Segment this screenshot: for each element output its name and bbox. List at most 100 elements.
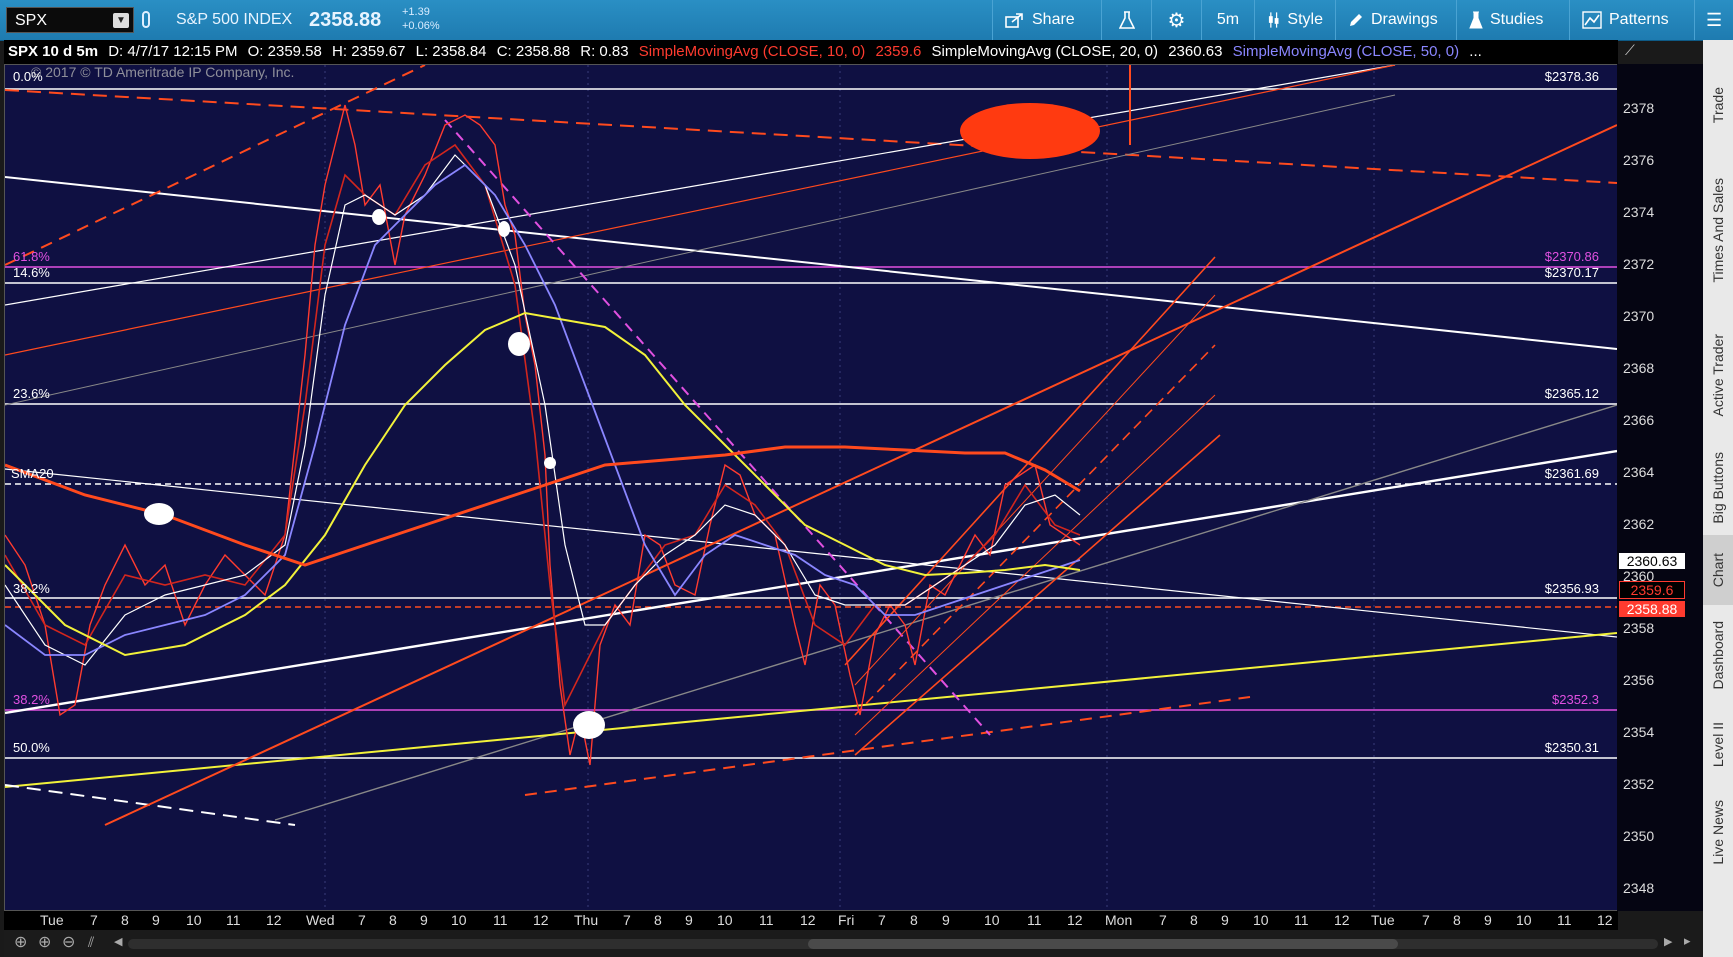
tab-chart[interactable]: Chart <box>1703 535 1733 605</box>
x-tick: 7 <box>1422 912 1430 928</box>
price-label-23523: $2352.3 <box>1552 692 1599 707</box>
tab-big-buttons-label: Big Buttons <box>1710 451 1726 524</box>
interval-button[interactable]: 5m <box>1201 0 1254 40</box>
sma20-label[interactable]: SimpleMovingAvg (CLOSE, 20, 0) <box>932 43 1159 60</box>
chart-canvas[interactable] <box>5 65 1617 910</box>
x-tick: 9 <box>1221 912 1229 928</box>
x-tick: 10 <box>1253 912 1269 928</box>
price-axis[interactable]: 2378 2376 2374 2372 2370 2368 2366 2364 … <box>1617 42 1703 911</box>
patterns-button[interactable]: Patterns <box>1569 0 1694 40</box>
swing-markers <box>144 209 605 739</box>
sma50-label[interactable]: SimpleMovingAvg (CLOSE, 50, 0) <box>1233 43 1460 60</box>
tab-chart-label: Chart <box>1710 552 1726 588</box>
tab-trade-label: Trade <box>1710 86 1726 124</box>
day-gridlines <box>324 65 1375 910</box>
scroll-left-icon[interactable]: ◀ <box>114 935 122 948</box>
more-studies[interactable]: ... <box>1469 43 1482 60</box>
sma10-label[interactable]: SimpleMovingAvg (CLOSE, 10, 0) <box>639 43 866 60</box>
drawings-label: Drawings <box>1371 11 1438 28</box>
settings-button[interactable]: ⚙ <box>1151 0 1201 40</box>
tab-level-ii-label: Level II <box>1710 722 1726 768</box>
fib-label-146: 14.6% <box>13 265 50 280</box>
tab-live-news[interactable]: Live News <box>1703 785 1733 880</box>
symbol-selector[interactable]: SPX ▼ <box>6 7 134 33</box>
tab-live-news-label: Live News <box>1710 800 1726 865</box>
y-tick: 2358 <box>1623 620 1655 636</box>
x-tick: 8 <box>1453 912 1461 928</box>
share-icon <box>1005 13 1023 28</box>
fib-label-382-lower: 38.2% <box>13 692 50 707</box>
x-tick: 9 <box>1484 912 1492 928</box>
studies-button[interactable]: Studies <box>1456 0 1569 40</box>
price-label-235693: $2356.93 <box>1544 581 1599 596</box>
study-legend-bar: SPX 10 d 5m D: 4/7/17 12:15 PM O: 2359.5… <box>4 40 1618 64</box>
fib-levels <box>5 88 1617 759</box>
x-tick: 12 <box>1067 912 1083 928</box>
patterns-icon <box>1582 11 1602 29</box>
x-tick: Tue <box>40 912 64 928</box>
x-tick: 11 <box>759 912 774 928</box>
sma20-level-label: SMA20 <box>11 466 54 481</box>
menu-button[interactable]: ☰ <box>1694 0 1733 40</box>
zoom-in-icon[interactable]: ⊕ <box>14 932 27 952</box>
share-label: Share <box>1032 11 1075 28</box>
tab-level-ii[interactable]: Level II <box>1703 705 1733 785</box>
x-tick: 8 <box>389 912 397 928</box>
x-tick: 8 <box>910 912 918 928</box>
top-toolbar: SPX ▼ S&P 500 INDEX 2358.88 +1.39 +0.06%… <box>0 0 1733 41</box>
sma10-value: 2359.6 <box>875 43 922 60</box>
expand-icon[interactable]: ▸ <box>1684 933 1691 949</box>
price-chart[interactable]: © 2017 © TD Ameritrade IP Company, Inc. … <box>4 64 1618 911</box>
fib-label-500: 50.0% <box>13 740 50 755</box>
fib-label-0: 0.0% <box>13 69 43 84</box>
change-pct: +0.06% <box>402 20 440 32</box>
style-label: Style <box>1287 11 1323 28</box>
tab-dashboard[interactable]: Dashboard <box>1703 605 1733 705</box>
x-tick: 9 <box>685 912 693 928</box>
x-tick: 10 <box>717 912 733 928</box>
style-button[interactable]: Style <box>1254 0 1335 40</box>
x-tick: 12 <box>533 912 549 928</box>
tab-dashboard-label: Dashboard <box>1710 620 1726 690</box>
share-button[interactable]: Share <box>992 0 1101 40</box>
x-tick: 9 <box>420 912 428 928</box>
tab-active-trader[interactable]: Active Trader <box>1703 310 1733 440</box>
tab-active-trader-label: Active Trader <box>1710 333 1726 417</box>
tab-big-buttons[interactable]: Big Buttons <box>1703 440 1733 535</box>
horizontal-scrollbar[interactable] <box>128 939 1658 949</box>
chevron-down-icon[interactable]: ▼ <box>113 13 129 28</box>
low-readout: L: 2358.84 <box>415 43 487 60</box>
interval-label: 5m <box>1216 11 1240 28</box>
time-axis[interactable]: Tue 7 8 9 10 11 12 Wed 7 8 9 10 11 12 Th… <box>4 911 1618 930</box>
change-abs: +1.39 <box>402 6 430 18</box>
x-tick: 7 <box>623 912 631 928</box>
x-tick: 12 <box>800 912 816 928</box>
tab-times-and-sales[interactable]: Times And Sales <box>1703 150 1733 310</box>
link-icon[interactable] <box>142 11 150 28</box>
price-label-237086: $2370.86 <box>1544 249 1599 264</box>
tab-trade[interactable]: Trade <box>1703 60 1733 150</box>
y-tick: 2372 <box>1623 256 1655 272</box>
zoom-out-icon[interactable]: ⊖ <box>62 932 75 952</box>
price-label-235031: $2350.31 <box>1544 740 1599 755</box>
flask-button[interactable] <box>1101 0 1151 40</box>
zoom-area-icon[interactable]: ⊕ <box>38 932 51 952</box>
y-tick: 2374 <box>1623 204 1655 220</box>
scrollbar-thumb[interactable] <box>808 939 1398 949</box>
drag-handle-icon[interactable]: ⫽ <box>88 934 94 951</box>
x-tick: 7 <box>1159 912 1167 928</box>
drawings-button[interactable]: Drawings <box>1335 0 1456 40</box>
tab-times-and-sales-label: Times And Sales <box>1710 177 1726 283</box>
x-tick: 7 <box>358 912 366 928</box>
x-tick: 10 <box>186 912 202 928</box>
price-label-236512: $2365.12 <box>1544 386 1599 401</box>
range-readout: R: 0.83 <box>580 43 629 60</box>
high-readout: H: 2359.67 <box>332 43 406 60</box>
x-tick: 11 <box>493 912 508 928</box>
price-label-236169: $2361.69 <box>1544 466 1599 481</box>
x-tick: 10 <box>451 912 467 928</box>
sma20-price-tag: 2360.63 <box>1619 553 1685 569</box>
pencil-icon <box>1350 14 1362 26</box>
axis-settings-icon[interactable]: ⟋ <box>1625 42 1647 62</box>
scroll-right-icon[interactable]: ▶ <box>1664 935 1672 948</box>
